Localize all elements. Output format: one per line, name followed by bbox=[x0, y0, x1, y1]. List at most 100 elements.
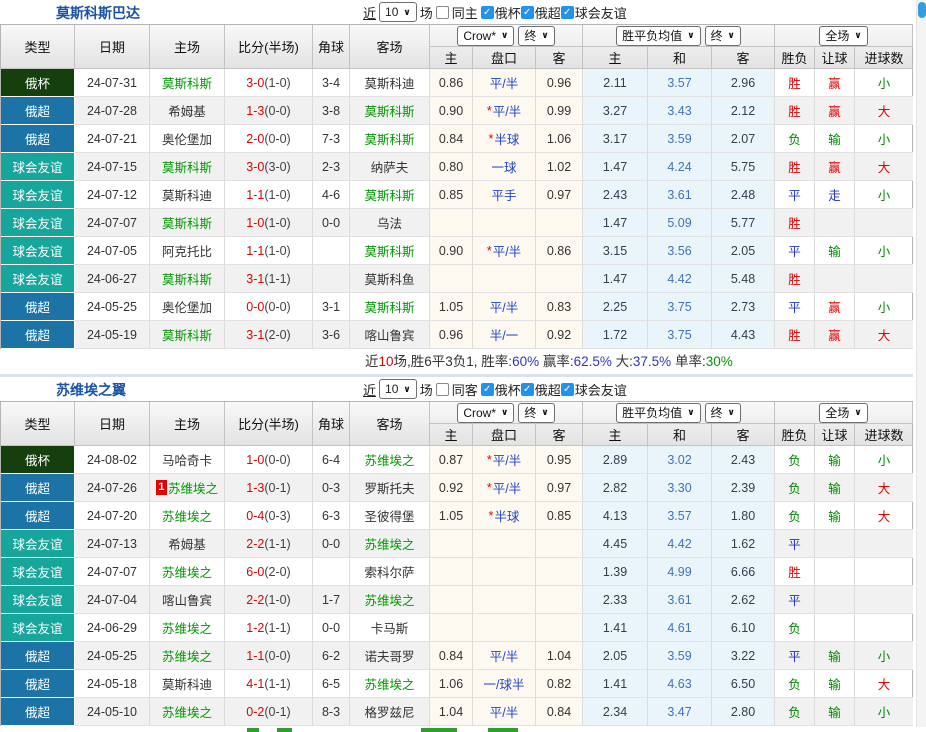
home-team-name: 苏维埃之 bbox=[162, 618, 212, 637]
fulltime-score: 1-1 bbox=[246, 244, 264, 258]
chevron-down-icon: ∨ bbox=[687, 407, 694, 418]
league-filter-item: ✓俄杯 bbox=[481, 3, 521, 22]
ah-line: *平/半 bbox=[473, 97, 536, 125]
home-team-name: 莫斯科斯 bbox=[162, 213, 212, 232]
ah-away-odds: 0.86 bbox=[536, 237, 583, 265]
page-title: 苏维埃之翼 bbox=[56, 380, 126, 400]
ah-away-odds bbox=[536, 614, 583, 642]
scope-select[interactable]: 全场∨ bbox=[819, 26, 867, 46]
ah-line-name: 平/半 bbox=[493, 101, 521, 120]
eu-away-odds: 2.07 bbox=[712, 125, 775, 153]
goals-cell bbox=[855, 614, 913, 642]
bookmaker-select-group: Crow*∨终∨ bbox=[430, 25, 583, 47]
table-row: 球会友谊24-07-07苏维埃之6-0(2-0)索科尔萨1.394.996.66… bbox=[1, 558, 912, 586]
league-checkbox[interactable]: ✓ bbox=[481, 383, 494, 396]
same-venue-checkbox[interactable] bbox=[436, 6, 449, 19]
goals-cell bbox=[855, 586, 913, 614]
ah-result-cell: 走 bbox=[815, 181, 855, 209]
sub-header: 进球数 bbox=[855, 47, 913, 69]
eu-away-odds: 2.43 bbox=[712, 446, 775, 474]
table-row: 俄超24-05-19莫斯科斯3-1(2-0)3-6喀山鲁宾0.96半/一0.92… bbox=[1, 321, 912, 349]
scope-select[interactable]: 全场∨ bbox=[819, 403, 867, 423]
sub-header: 盘口 bbox=[473, 424, 536, 446]
fulltime-score: 0-2 bbox=[246, 705, 264, 719]
result-cell: 平 bbox=[775, 586, 815, 614]
league-cell: 球会友谊 bbox=[1, 530, 75, 558]
home-team-cell: 苏维埃之 bbox=[150, 558, 225, 586]
goals-cell: 小 bbox=[855, 293, 913, 321]
goals-cell: 小 bbox=[855, 642, 913, 670]
ah-away-odds: 0.97 bbox=[536, 474, 583, 502]
eu-away-odds: 6.50 bbox=[712, 670, 775, 698]
sub-header: 盘口 bbox=[473, 47, 536, 69]
league-filter-item: ✓俄超 bbox=[521, 3, 561, 22]
same-venue-label: 同主 bbox=[452, 3, 478, 22]
ah-home-odds bbox=[430, 530, 473, 558]
league-checkbox[interactable]: ✓ bbox=[561, 383, 574, 396]
ah-line-name: 平/半 bbox=[490, 646, 518, 665]
bookmaker-select[interactable]: Crow*∨ bbox=[457, 403, 514, 423]
europe-odds-select[interactable]: 胜平负均值∨ bbox=[616, 26, 700, 46]
eu-draw-odds: 4.24 bbox=[648, 153, 712, 181]
europe-state-select[interactable]: 终∨ bbox=[705, 26, 741, 46]
league-checkbox[interactable]: ✓ bbox=[561, 6, 574, 19]
away-team-cell: 莫斯科斯 bbox=[350, 237, 430, 265]
corner-cell: 0-0 bbox=[313, 614, 350, 642]
league-cell: 球会友谊 bbox=[1, 153, 75, 181]
eu-away-odds: 2.80 bbox=[712, 698, 775, 726]
corner-cell: 6-3 bbox=[313, 502, 350, 530]
away-team-cell: 莫斯科斯 bbox=[350, 125, 430, 153]
ah-away-odds: 0.92 bbox=[536, 321, 583, 349]
result-cell: 胜 bbox=[775, 69, 815, 97]
league-checkbox[interactable]: ✓ bbox=[481, 6, 494, 19]
result-cell: 负 bbox=[775, 670, 815, 698]
scope-select-value: 全场 bbox=[825, 27, 849, 44]
summary-segment: 单率: bbox=[671, 354, 706, 369]
ah-result-cell bbox=[815, 614, 855, 642]
ah-line: 一/球半 bbox=[473, 670, 536, 698]
home-team-name: 奥伦堡加 bbox=[162, 129, 212, 148]
result-cell: 平 bbox=[775, 642, 815, 670]
fulltime-score: 2-0 bbox=[246, 132, 264, 146]
ah-result-cell: 赢 bbox=[815, 69, 855, 97]
same-venue-checkbox[interactable] bbox=[436, 383, 449, 396]
near-link[interactable]: 近 bbox=[363, 380, 376, 399]
eu-draw-odds: 3.43 bbox=[648, 97, 712, 125]
league-checkbox[interactable]: ✓ bbox=[521, 6, 534, 19]
ah-line-star: * bbox=[487, 104, 492, 118]
bookmaker-state-select[interactable]: 终∨ bbox=[518, 26, 554, 46]
eu-away-odds: 2.12 bbox=[712, 97, 775, 125]
table-header: 类型日期主场比分(半场)角球客场Crow*∨终∨胜平负均值∨终∨全场∨主盘口客主… bbox=[1, 402, 912, 446]
ah-away-odds: 0.84 bbox=[536, 698, 583, 726]
scrollbar-thumb[interactable] bbox=[918, 2, 926, 18]
ah-away-odds bbox=[536, 586, 583, 614]
ah-away-odds: 1.06 bbox=[536, 125, 583, 153]
bookmaker-select[interactable]: Crow*∨ bbox=[457, 26, 514, 46]
table-row: 俄超24-05-10苏维埃之0-2(0-1)8-3格罗兹尼1.04平/半0.84… bbox=[1, 698, 912, 726]
ah-away-odds: 0.85 bbox=[536, 502, 583, 530]
europe-state-select[interactable]: 终∨ bbox=[705, 403, 741, 423]
section-spartak: 莫斯科斯巴达 近 10 ∨ 场 同主 ✓俄杯✓俄超✓球会友谊 类型日期主场比分(… bbox=[0, 0, 913, 377]
match-count-select[interactable]: 10 ∨ bbox=[379, 2, 417, 22]
eu-home-odds: 1.39 bbox=[583, 558, 648, 586]
home-team-cell: 马哈奇卡 bbox=[150, 446, 225, 474]
eu-home-odds: 4.45 bbox=[583, 530, 648, 558]
eu-draw-odds: 3.56 bbox=[648, 237, 712, 265]
league-checkbox[interactable]: ✓ bbox=[521, 383, 534, 396]
fulltime-score: 3-0 bbox=[246, 76, 264, 90]
ah-away-odds bbox=[536, 530, 583, 558]
score-cell: 3-1(2-0) bbox=[225, 321, 313, 349]
scrollbar-track[interactable] bbox=[916, 0, 926, 727]
league-checkbox-label: 俄超 bbox=[535, 3, 561, 22]
bookmaker-state-select[interactable]: 终∨ bbox=[518, 403, 554, 423]
away-team-cell: 苏维埃之 bbox=[350, 670, 430, 698]
sub-header: 主 bbox=[583, 47, 648, 69]
match-count-select[interactable]: 10 ∨ bbox=[379, 379, 417, 399]
near-link[interactable]: 近 bbox=[363, 3, 376, 22]
league-cell: 球会友谊 bbox=[1, 586, 75, 614]
halftime-score: (0-0) bbox=[264, 300, 290, 314]
corner-cell: 0-0 bbox=[313, 209, 350, 237]
europe-odds-select[interactable]: 胜平负均值∨ bbox=[616, 403, 700, 423]
ah-home-odds bbox=[430, 209, 473, 237]
ah-line: 平手 bbox=[473, 181, 536, 209]
